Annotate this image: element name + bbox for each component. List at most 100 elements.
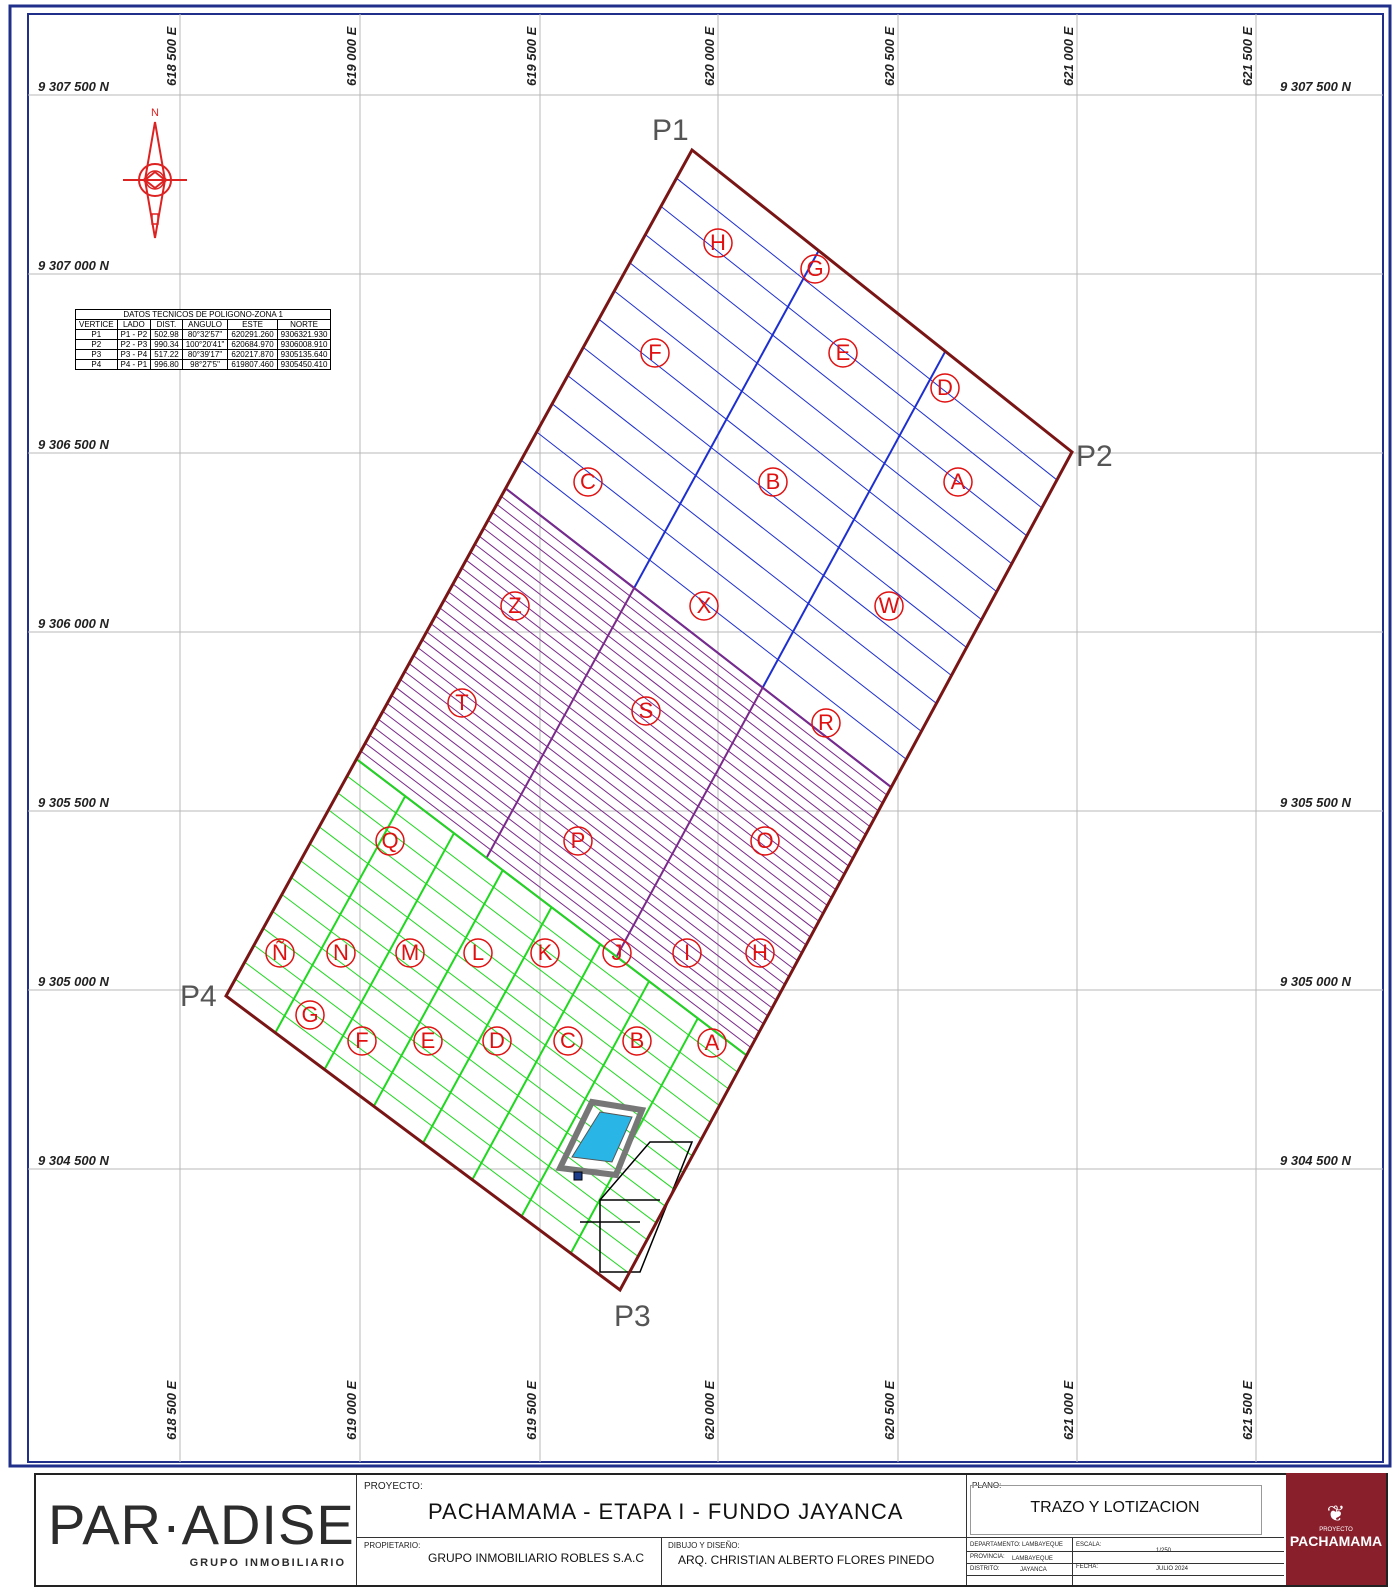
easting-label-top: 618 500 E	[164, 26, 179, 86]
block-marker-label: B	[630, 1028, 645, 1053]
northing-label-left: 9 304 500 N	[38, 1153, 109, 1168]
plan-title: TRAZO Y LOTIZACION	[1030, 1499, 1200, 1516]
easting-label-bottom: 620 000 E	[702, 1380, 717, 1440]
logo-text: PAR·ADISE	[48, 1493, 355, 1556]
block-marker-label: O	[756, 828, 773, 853]
block-marker-label: G	[806, 256, 823, 281]
easting-label-bottom: 621 500 E	[1240, 1380, 1255, 1440]
block-marker-label: B	[766, 469, 781, 494]
table-cell: 517.22	[150, 349, 183, 360]
table-cell: 9305135.640	[276, 349, 332, 360]
header-cell: NORTE	[276, 319, 332, 330]
block-marker-label: T	[455, 690, 468, 715]
purple-zone-lot-line	[487, 519, 875, 820]
coordinate-labels: 618 500 E 618 500 E 619 000 E 619 000 E 619 …	[38, 26, 1351, 1440]
blue-zone-lot-line	[676, 177, 1058, 481]
block-marker: A	[943, 467, 973, 497]
block-marker: Ñ	[265, 938, 295, 968]
block-marker-label: F	[648, 340, 661, 365]
purple-zone-lot-line	[404, 671, 794, 969]
purple-zone-lot-line	[413, 655, 803, 954]
block-marker-label: I	[684, 940, 690, 965]
header-cell: ANGULO	[181, 319, 229, 330]
pachamama-badge: ❦ PROYECTO PACHAMAMA	[1286, 1473, 1386, 1585]
block-marker: M	[395, 938, 425, 968]
block-marker: G	[295, 1000, 325, 1030]
table-cell: 98°27'5"	[181, 359, 229, 370]
purple-zone	[355, 486, 893, 1057]
block-marker-label: F	[355, 1028, 368, 1053]
purple-zone-lot-line	[483, 527, 871, 828]
blue-zone-lot-line	[551, 403, 937, 704]
blue-zone-lot-line	[614, 290, 997, 593]
block-marker-label: D	[937, 375, 953, 400]
northing-label-left: 9 306 000 N	[38, 616, 109, 631]
block-marker: C	[573, 467, 603, 497]
easting-label-bottom: 619 500 E	[524, 1380, 539, 1440]
block-marker: X	[689, 591, 719, 621]
purple-zone-lot-line	[426, 631, 815, 930]
blue-zone-lot-line	[567, 375, 952, 676]
paradise-logo: PAR·ADISE GRUPO INMOBILIARIO	[48, 1493, 355, 1577]
block-marker: S	[631, 696, 661, 726]
block-marker-label: K	[538, 940, 553, 965]
green-zone-block-line	[372, 869, 504, 1107]
provincia-label: PROVINCIA:	[970, 1554, 1005, 1560]
table-row: P1 P1 - P2 502.98 80°32'57" 620291.260 930632…	[75, 329, 332, 340]
map-frame	[27, 13, 1384, 1463]
table-cell: P3	[75, 349, 118, 360]
blue-zone-block-line	[761, 350, 947, 689]
easting-label-bottom: 621 000 E	[1061, 1380, 1076, 1440]
block-marker: I	[672, 938, 702, 968]
north-arrow-icon: N	[123, 107, 187, 239]
block-marker: E	[413, 1026, 443, 1056]
block-marker: N	[326, 938, 356, 968]
table-cell: 9306008.910	[276, 339, 332, 350]
northing-label-right: 9 304 500 N	[1280, 1153, 1351, 1168]
block-marker-label: X	[697, 593, 712, 618]
green-zone-block-line	[520, 980, 650, 1217]
blue-zone-lot-line	[629, 262, 1013, 565]
header-cell: DIST.	[150, 319, 183, 330]
purple-zone-lot-line	[417, 647, 807, 946]
table-cell: 990.34	[150, 339, 183, 350]
block-marker: H	[703, 228, 733, 258]
escala-value: 1/250	[1156, 1548, 1172, 1554]
block-marker: B	[758, 467, 788, 497]
purple-zone-block-line	[485, 587, 636, 859]
blue-zone-lot-line	[582, 347, 967, 648]
table-cell: P1 - P2	[116, 329, 152, 340]
leaf-icon: ❦	[1326, 1501, 1346, 1526]
table-cell: P4	[75, 359, 118, 370]
table-cell: 620217.870	[227, 349, 278, 360]
block-marker: G	[800, 254, 830, 284]
vertex-label-p1: P1	[652, 114, 689, 147]
fecha-label: FECHA:	[1076, 1564, 1099, 1570]
northing-label-left: 9 307 500 N	[38, 79, 109, 94]
block-marker: E	[828, 338, 858, 368]
table-cell: P3 - P4	[116, 349, 152, 360]
outer-frame	[8, 4, 1392, 1468]
northing-label-left: 9 306 500 N	[38, 437, 109, 452]
block-marker-label: D	[489, 1028, 505, 1053]
purple-zone-lot-line	[360, 750, 752, 1048]
block-marker-label: C	[580, 469, 596, 494]
coordinate-grid	[28, 14, 1383, 1462]
block-marker: T	[447, 688, 477, 718]
block-marker: A	[697, 1028, 727, 1058]
easting-label-top: 620 500 E	[882, 26, 897, 86]
northing-label-right: 9 305 000 N	[1280, 974, 1351, 989]
block-marker: D	[482, 1026, 512, 1056]
easting-label-bottom: 619 000 E	[344, 1380, 359, 1440]
vertex-label-p4: P4	[180, 980, 217, 1013]
badge-name: PACHAMAMA	[1289, 1533, 1383, 1549]
logo-subtitle: GRUPO INMOBILIARIO	[189, 1557, 346, 1569]
project-name: PACHAMAMA - ETAPA I - FUNDO JAYANCA	[428, 1499, 904, 1524]
block-marker-label: N	[333, 940, 349, 965]
block-marker-label: Z	[508, 593, 521, 618]
block-marker: B	[622, 1026, 652, 1056]
purple-zone-lot-line	[478, 535, 866, 835]
block-marker-label: L	[472, 940, 484, 965]
purple-zone-lot-line	[391, 695, 781, 993]
header-cell: LADO	[116, 319, 152, 330]
